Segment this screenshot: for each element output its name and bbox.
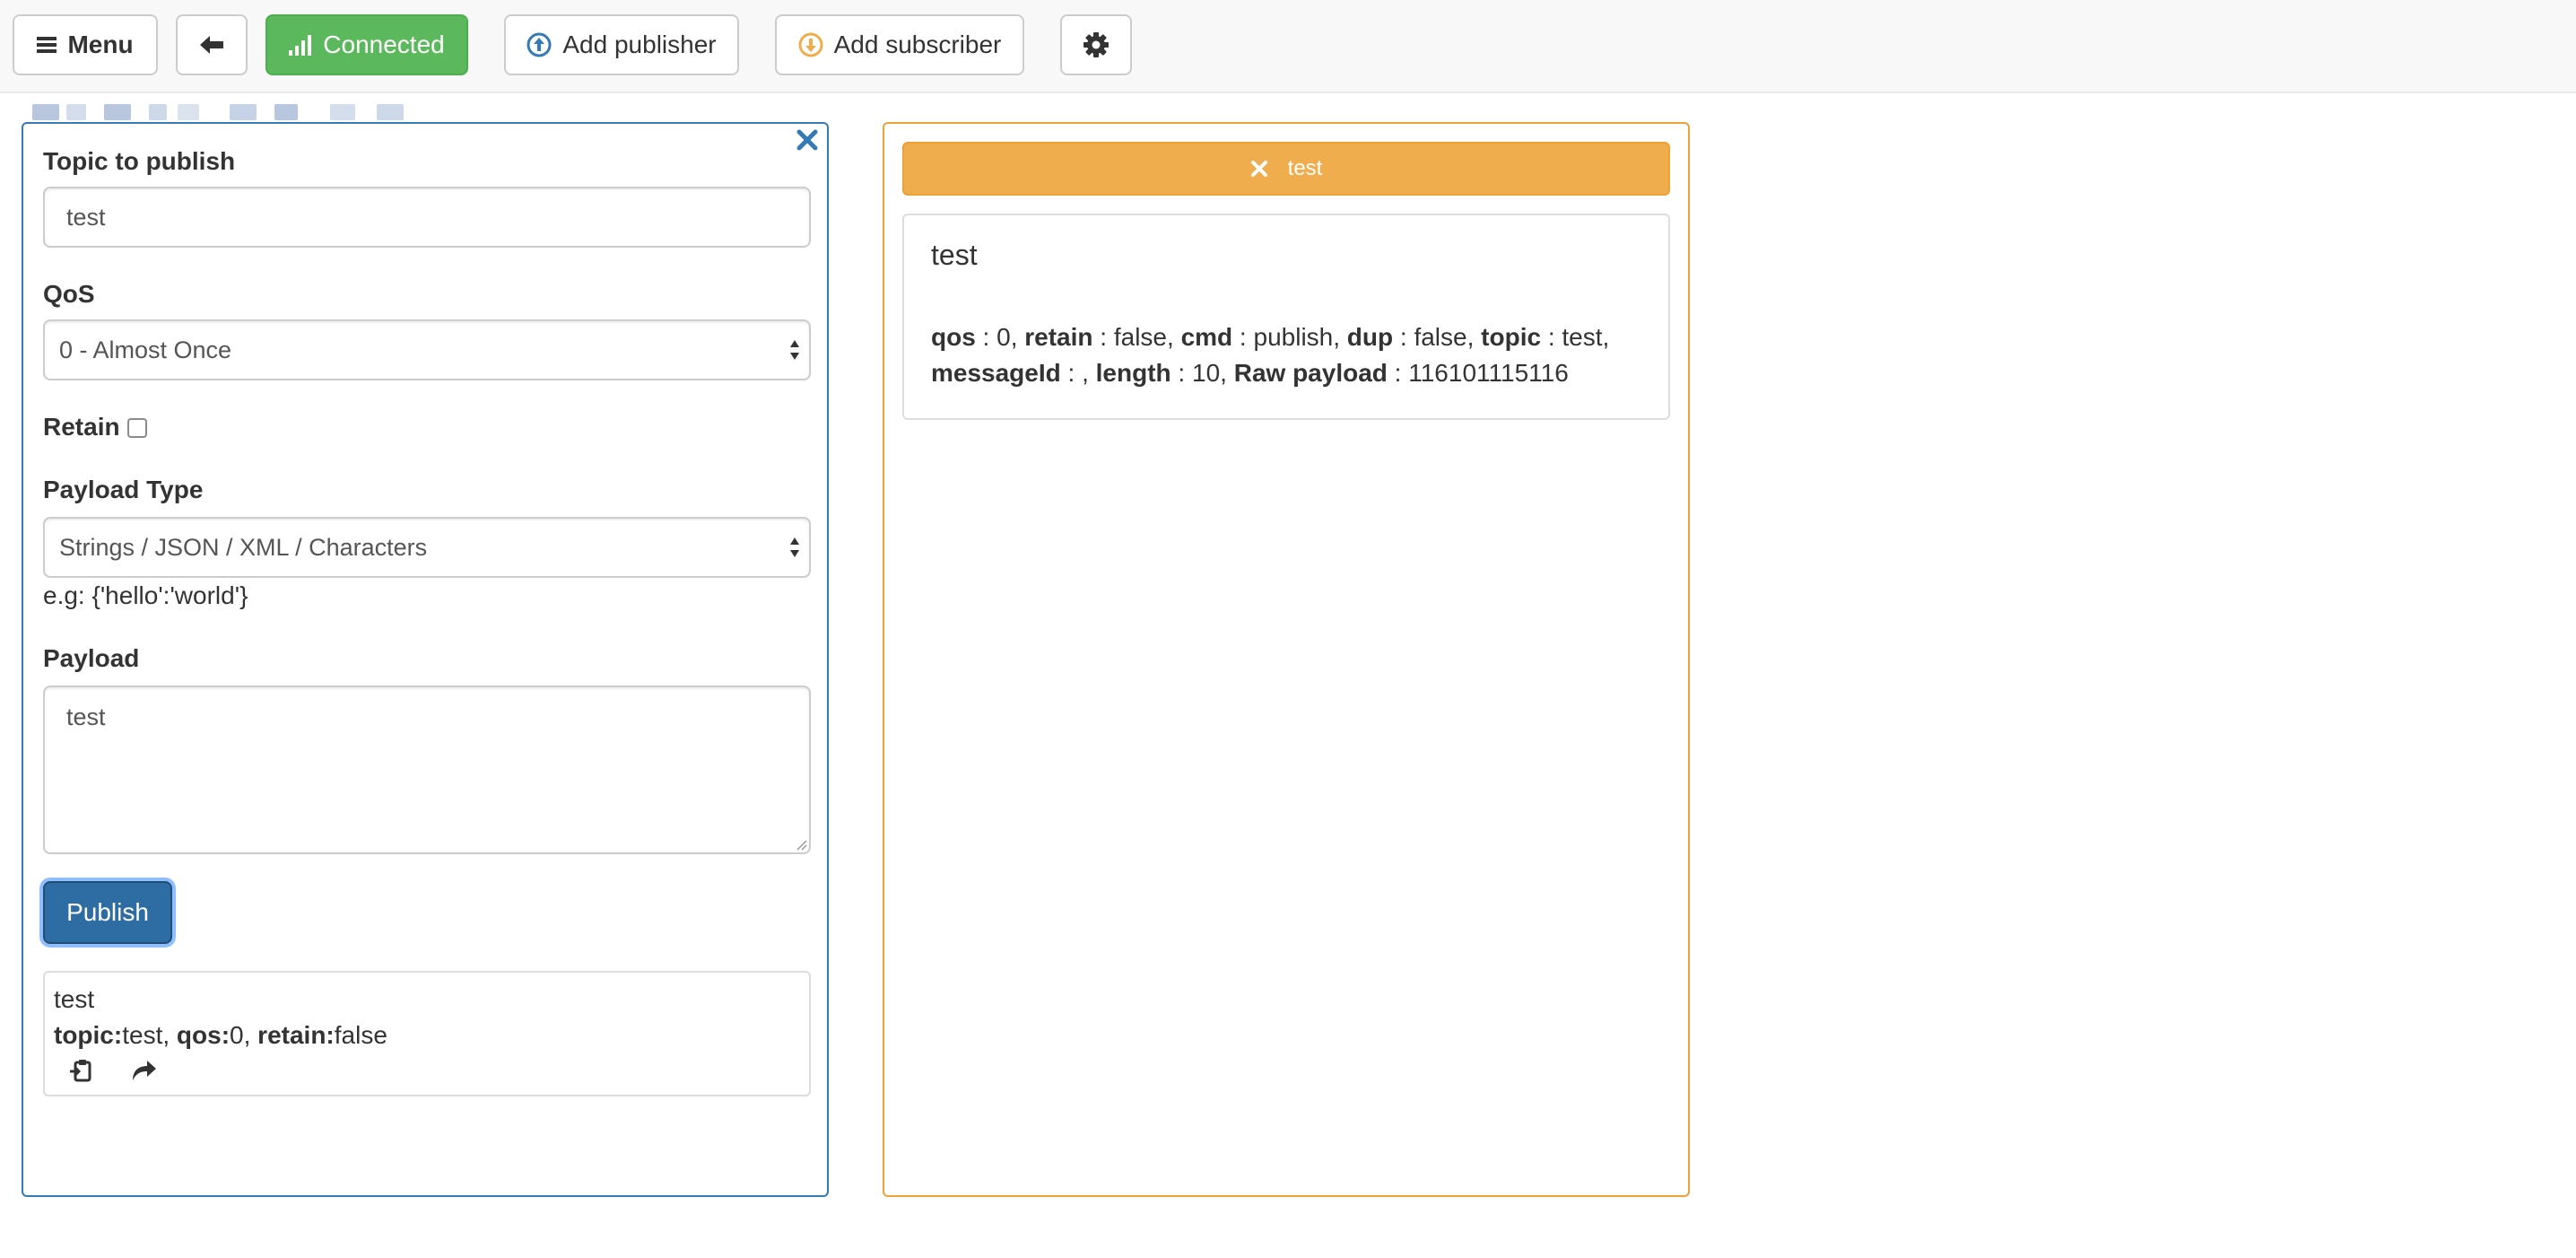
payload-type-select-value: Strings / JSON / XML / Characters: [59, 533, 428, 561]
retain-label: Retain: [43, 413, 120, 441]
topic-input-value: test: [66, 203, 106, 231]
menu-button[interactable]: Menu: [13, 14, 158, 75]
connection-status-label: Connected: [323, 31, 445, 58]
payload-textarea-value: test: [66, 703, 106, 730]
subscription-topic-header[interactable]: test: [902, 142, 1670, 196]
back-button[interactable]: [176, 14, 248, 75]
published-message-item: test topic:test, qos:0, retain:false: [43, 971, 811, 1096]
circle-arrow-down-icon: [798, 32, 823, 57]
published-message-payload: test: [54, 985, 95, 1013]
topic-input[interactable]: test: [43, 187, 811, 248]
subscription-topic-label: test: [1287, 156, 1323, 180]
gear-icon: [1083, 32, 1109, 57]
signal-icon: [289, 35, 312, 56]
arrow-left-icon: [200, 36, 223, 54]
retain-checkbox[interactable]: [127, 418, 147, 438]
payload-type-label: Payload Type: [43, 476, 204, 503]
select-arrows-icon: [790, 340, 799, 360]
payload-textarea[interactable]: test: [43, 686, 811, 854]
settings-button[interactable]: [1060, 14, 1132, 75]
payload-label: Payload: [43, 644, 140, 672]
qos-label: QoS: [43, 280, 95, 308]
topic-label: Topic to publish: [43, 147, 236, 175]
subscriber-panel: test test qos : 0, retain : false, cmd :…: [883, 122, 1690, 1197]
close-icon[interactable]: [1250, 160, 1268, 178]
qos-select-value: 0 - Almost Once: [59, 336, 232, 363]
toolbar: Menu Connected Add publisher Add subscri…: [0, 0, 2576, 93]
publisher-panel: Topic to publish test QoS 0 - Almost Onc…: [22, 122, 829, 1197]
add-subscriber-label: Add subscriber: [833, 31, 1002, 58]
circle-arrow-up-icon: [527, 32, 552, 57]
publish-button[interactable]: Publish: [43, 881, 172, 944]
publish-button-label: Publish: [66, 898, 149, 926]
add-publisher-label: Add publisher: [562, 31, 717, 58]
close-icon[interactable]: [795, 127, 820, 153]
published-message-meta: topic:test, qos:0, retain:false: [54, 1021, 387, 1049]
add-publisher-button[interactable]: Add publisher: [504, 14, 739, 75]
republish-share-icon[interactable]: [129, 1057, 158, 1084]
hamburger-icon: [37, 37, 57, 53]
connection-status-button[interactable]: Connected: [265, 14, 468, 75]
menu-button-label: Menu: [67, 31, 134, 58]
add-subscriber-button[interactable]: Add subscriber: [775, 14, 1024, 75]
payload-type-select[interactable]: Strings / JSON / XML / Characters: [43, 517, 811, 578]
copy-to-clipboard-icon[interactable]: [68, 1057, 95, 1084]
received-message-meta: qos : 0, retain : false, cmd : publish, …: [931, 323, 1610, 387]
resize-grip-icon[interactable]: [795, 838, 807, 851]
payload-hint: e.g: {'hello':'world'}: [43, 581, 248, 609]
received-message-payload: test: [931, 239, 978, 271]
received-message-item: test qos : 0, retain : false, cmd : publ…: [902, 214, 1670, 420]
qos-select[interactable]: 0 - Almost Once: [43, 319, 811, 380]
select-arrows-icon: [790, 537, 799, 557]
obscured-connection-text: [25, 102, 411, 120]
